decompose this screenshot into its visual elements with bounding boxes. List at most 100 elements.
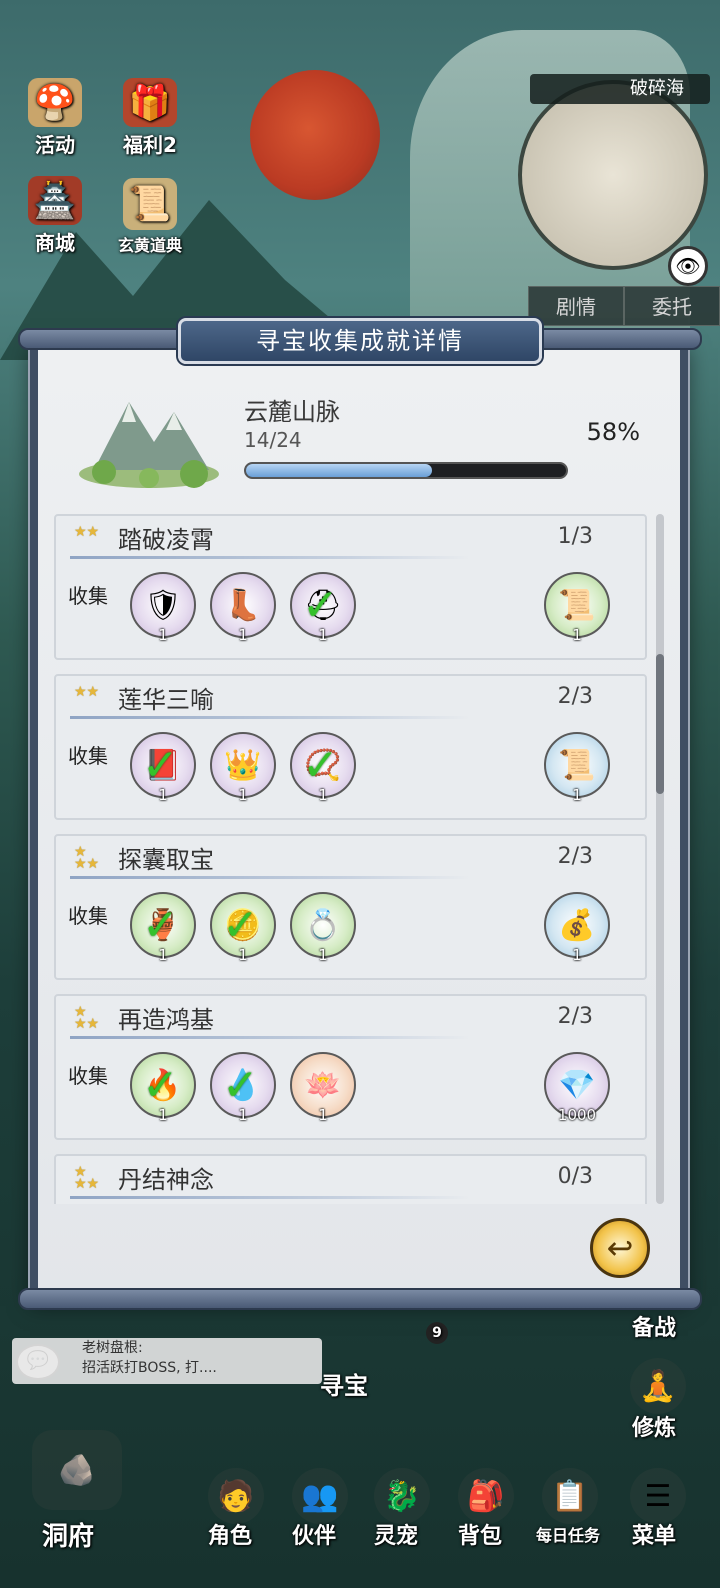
shop-label: 商城 <box>35 231 75 255</box>
scroll-thumb[interactable] <box>656 654 664 794</box>
backpack-icon[interactable]: 🎒 <box>458 1468 514 1524</box>
menu-icon[interactable]: ☰ <box>630 1468 686 1524</box>
cultivate-button[interactable]: 修炼 <box>632 1410 676 1442</box>
region-mountain-icon <box>79 402 219 488</box>
tab-commission[interactable]: 委托 <box>624 286 720 326</box>
red-book-icon[interactable]: 📕 ✓ 1 <box>130 732 196 804</box>
spirit-pet-icon[interactable]: 🐉 <box>374 1468 430 1524</box>
two-star-icon: ★★ <box>74 684 100 700</box>
achievement-card: ★ ★★ 丹结神念 0/3 <box>54 1154 647 1204</box>
meditation-icon[interactable]: 🧘 <box>630 1358 686 1414</box>
chat-bar[interactable]: 老树盘根: 招活跃打BOSS, 打.... <box>12 1338 322 1384</box>
divider <box>70 716 470 719</box>
eye-icon[interactable]: 👁 <box>668 246 708 286</box>
achievement-card: ★ ★★ 探囊取宝 2/3 收集 🏺 ✓ 1 🪙 ✓ 1 💍 1 💰 1 <box>54 834 647 980</box>
item-qty: 1 <box>318 1106 328 1124</box>
achievement-title: 再造鸿基 <box>118 1006 214 1034</box>
activity-label: 活动 <box>35 133 75 157</box>
collect-label: 收集 <box>68 744 108 768</box>
scroll-icon[interactable]: 📜 1 <box>544 732 610 804</box>
item-qty: 1 <box>238 1106 248 1124</box>
three-star-icon: ★ ★★ <box>74 1004 100 1032</box>
nav-backpack[interactable]: 背包 <box>458 1518 502 1550</box>
achievement-card: ★★ 莲华三喻 2/3 收集 📕 ✓ 1 👑 1 📿 ✓ 1 📜 1 <box>54 674 647 820</box>
item-qty: 1 <box>318 626 328 644</box>
golden-armor-icon[interactable]: 🛡 1 <box>130 572 196 644</box>
ring-icon[interactable]: 💍 1 <box>290 892 356 964</box>
golden-lotus-icon[interactable]: 🪷 1 <box>290 1052 356 1124</box>
two-star-icon: ★★ <box>74 524 100 540</box>
item-qty: 1 <box>158 786 168 804</box>
shop-building-icon: 🏯 <box>28 176 82 225</box>
cave-icon[interactable]: 🪨 <box>32 1430 122 1510</box>
crown-icon[interactable]: 👑 1 <box>210 732 276 804</box>
coin-icon[interactable]: 🪙 ✓ 1 <box>210 892 276 964</box>
check-icon: ✓ <box>142 900 179 951</box>
black-boots-icon[interactable]: 👢 1 <box>210 572 276 644</box>
achievement-progress: 0/3 <box>557 1164 593 1189</box>
item-qty: 1 <box>158 626 168 644</box>
blue-spirit-icon[interactable]: 💧 ✓ 1 <box>210 1052 276 1124</box>
three-star-icon: ★ ★★ <box>74 1164 100 1192</box>
item-qty: 1 <box>238 786 248 804</box>
check-icon: ✓ <box>222 900 259 951</box>
item-qty: 1 <box>158 1106 168 1124</box>
check-icon: ✓ <box>302 580 339 631</box>
achievement-title: 踏破凌霄 <box>118 526 214 554</box>
achievement-card: ★★ 踏破凌霄 1/3 收集 🛡 1 👢 1 ⛑ ✓ 1 📜 1 <box>54 514 647 660</box>
activity-button[interactable]: 🍄 活动 <box>10 78 100 158</box>
item-qty: 1 <box>158 946 168 964</box>
region-percent: 58% <box>586 418 640 446</box>
blue-flame-icon[interactable]: 🔥 ✓ 1 <box>130 1052 196 1124</box>
notification-badge: 9 <box>426 1322 448 1344</box>
reward-qty: 1 <box>572 626 582 644</box>
scroll-icon[interactable]: 📜 1 <box>544 572 610 644</box>
partner-icon[interactable]: 👥 <box>292 1468 348 1524</box>
scripture-button[interactable]: 📜 玄黄道典 <box>105 176 195 256</box>
treasure-hunt-label[interactable]: 寻宝 <box>320 1366 368 1401</box>
achievement-title: 丹结神念 <box>118 1166 214 1194</box>
divider <box>70 1196 470 1199</box>
achievement-list[interactable]: ★★ 踏破凌霄 1/3 收集 🛡 1 👢 1 ⛑ ✓ 1 📜 1 ★★ 莲华三喻 2/3 … <box>54 514 649 1204</box>
achievement-progress: 2/3 <box>557 1004 593 1029</box>
nav-cave[interactable]: 洞府 <box>42 1516 94 1553</box>
collect-label: 收集 <box>68 1064 108 1088</box>
check-icon: ✓ <box>142 740 179 791</box>
daily-task-icon[interactable]: 📋 <box>542 1468 598 1524</box>
divider <box>70 876 470 879</box>
sun-decoration <box>250 70 380 200</box>
region-name: 云麓山脉 <box>244 398 340 426</box>
item-qty: 1 <box>238 946 248 964</box>
nav-character[interactable]: 角色 <box>208 1518 252 1550</box>
map-title: 破碎海 <box>530 74 710 104</box>
check-icon: ✓ <box>302 740 339 791</box>
prayer-beads-icon[interactable]: 📿 ✓ 1 <box>290 732 356 804</box>
nav-partner[interactable]: 伙伴 <box>292 1518 336 1550</box>
chat-sender: 老树盘根: <box>82 1340 143 1356</box>
gourd-icon[interactable]: 🏺 ✓ 1 <box>130 892 196 964</box>
nav-spirit-pet[interactable]: 灵宠 <box>374 1518 418 1550</box>
scroll-book-icon: 📜 <box>123 178 177 230</box>
welfare-label: 福利2 <box>123 133 177 157</box>
character-icon[interactable]: 🧑 <box>208 1468 264 1524</box>
achievement-progress: 1/3 <box>557 524 593 549</box>
gold-crystal-icon[interactable]: 💎 1000 <box>544 1052 610 1124</box>
treasure-bag-icon[interactable]: 💰 1 <box>544 892 610 964</box>
scroll-rod-bottom <box>18 1288 702 1310</box>
return-icon[interactable]: ↩ <box>590 1218 650 1278</box>
minimap[interactable] <box>518 80 708 270</box>
gift-icon: 🎁 <box>123 78 177 127</box>
nav-daily-task[interactable]: 每日任务 <box>536 1522 600 1546</box>
welfare-button[interactable]: 🎁 福利2 <box>105 78 195 158</box>
gold-helmet-icon[interactable]: ⛑ ✓ 1 <box>290 572 356 644</box>
list-scrollbar[interactable] <box>656 514 664 1204</box>
achievement-progress: 2/3 <box>557 684 593 709</box>
quest-tabs: 剧情 委托 <box>528 286 720 326</box>
item-qty: 1 <box>238 626 248 644</box>
tab-story[interactable]: 剧情 <box>528 286 624 326</box>
shop-button[interactable]: 🏯 商城 <box>10 176 100 256</box>
prepare-battle-button[interactable]: 备战 <box>632 1310 676 1342</box>
check-icon: ✓ <box>142 1060 179 1111</box>
achievement-title: 莲华三喻 <box>118 686 214 714</box>
nav-menu[interactable]: 菜单 <box>632 1518 676 1550</box>
